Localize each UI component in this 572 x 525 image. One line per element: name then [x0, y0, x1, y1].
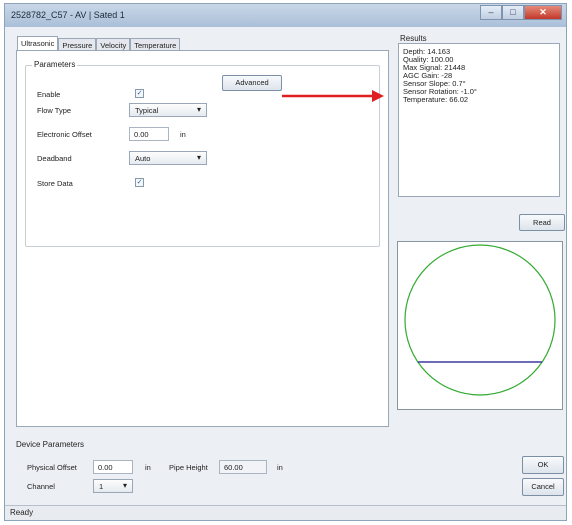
physical-offset-label: Physical Offset [27, 463, 77, 472]
minimize-button[interactable]: – [480, 5, 502, 20]
physical-offset-input[interactable]: 0.00 [93, 460, 133, 474]
tab-pressure[interactable]: Pressure [58, 38, 97, 50]
pipe-height-label: Pipe Height [169, 463, 208, 472]
checkmark-icon: ✓ [136, 179, 143, 186]
tab-ultrasonic[interactable]: Ultrasonic [17, 36, 59, 50]
flow-type-select[interactable]: Typical ▾ [129, 103, 207, 117]
checkmark-icon: ✓ [136, 90, 143, 97]
pipe-height-unit: in [277, 463, 283, 472]
tab-velocity[interactable]: Velocity [96, 38, 131, 50]
parameters-group-title: Parameters [32, 60, 78, 69]
deadband-value: Auto [135, 154, 151, 163]
channel-select[interactable]: 1 ▾ [93, 479, 133, 493]
pipe-level-display [397, 241, 563, 410]
flow-type-value: Typical [135, 106, 159, 115]
device-parameters-title: Device Parameters [16, 440, 85, 449]
pipe-level-svg [404, 244, 556, 396]
title-bar[interactable]: 2528782_C57 - AV | Sated 1 – □ ✕ [5, 4, 566, 27]
channel-value: 1 [99, 482, 104, 491]
tab-strip: Ultrasonic Pressure Velocity Temperature [17, 36, 181, 50]
results-box: Depth: 14.163 Quality: 100.00 Max Signal… [398, 43, 560, 197]
maximize-button[interactable]: □ [502, 5, 524, 20]
deadband-label: Deadband [37, 154, 72, 163]
channel-label: Channel [27, 482, 55, 491]
cancel-button[interactable]: Cancel [522, 478, 564, 496]
store-data-checkbox[interactable]: ✓ [135, 178, 144, 187]
flow-type-label: Flow Type [37, 106, 72, 115]
enable-label: Enable [37, 90, 61, 99]
electronic-offset-input[interactable]: 0.00 [129, 127, 169, 141]
status-bar: Ready [5, 505, 566, 520]
physical-offset-unit: in [145, 463, 151, 472]
results-label: Results [400, 34, 427, 43]
advanced-button[interactable]: Advanced [222, 75, 282, 91]
ok-button[interactable]: OK [522, 456, 564, 474]
electronic-offset-value: 0.00 [134, 130, 149, 139]
electronic-offset-label: Electronic Offset [37, 130, 92, 139]
chevron-down-icon: ▾ [196, 153, 201, 162]
electronic-offset-unit: in [180, 130, 186, 139]
pipe-height-input[interactable]: 60.00 [219, 460, 267, 474]
pipe-height-value: 60.00 [224, 463, 243, 472]
physical-offset-value: 0.00 [98, 463, 113, 472]
read-button[interactable]: Read [519, 214, 565, 231]
window-title: 2528782_C57 - AV | Sated 1 [11, 10, 125, 20]
tab-temperature[interactable]: Temperature [130, 38, 181, 50]
chevron-down-icon: ▾ [196, 105, 201, 114]
chevron-down-icon: ▾ [122, 481, 127, 490]
close-button[interactable]: ✕ [524, 5, 562, 20]
status-text: Ready [10, 508, 34, 517]
store-data-label: Store Data [37, 179, 73, 188]
result-line: Temperature: 66.02 [403, 95, 469, 104]
dialog-window: 2528782_C57 - AV | Sated 1 – □ ✕ Ultraso… [4, 3, 567, 521]
deadband-select[interactable]: Auto ▾ [129, 151, 207, 165]
ultrasonic-tab-panel: Parameters Enable ✓ Advanced Flow Type T… [16, 50, 389, 427]
enable-checkbox[interactable]: ✓ [135, 89, 144, 98]
pipe-circle [404, 244, 556, 396]
